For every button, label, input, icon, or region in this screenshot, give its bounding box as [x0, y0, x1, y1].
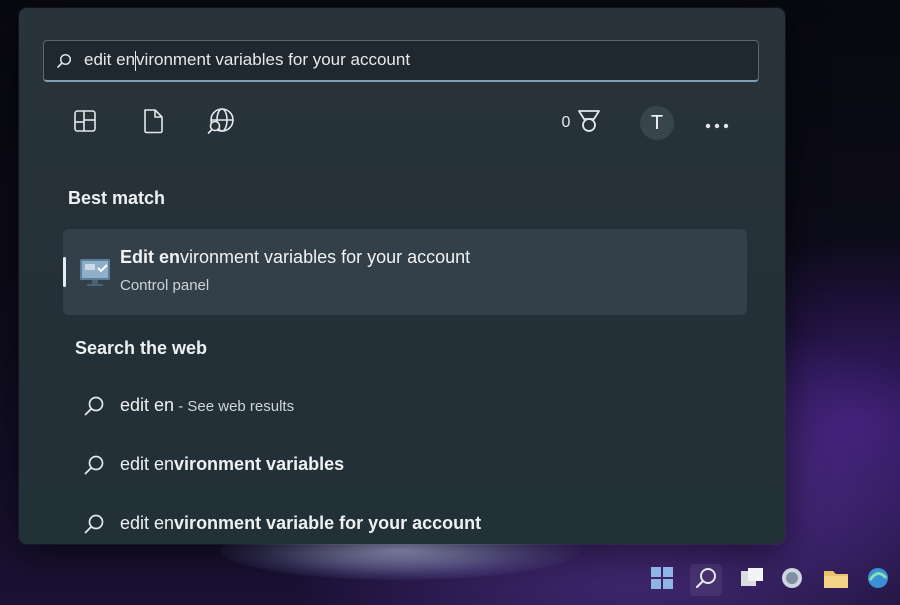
best-match-heading: Best match: [68, 188, 166, 208]
web-suggestion-item[interactable]: edit environment variable for your accou…: [19, 503, 785, 543]
globe-search-icon: [206, 107, 236, 139]
widgets-icon: [780, 566, 804, 594]
web-suggestion-text: edit environment variables: [120, 453, 345, 474]
search-web-heading: Search the web: [75, 338, 208, 358]
web-filter-button[interactable]: [201, 100, 241, 146]
document-icon: [141, 108, 165, 138]
windows-logo-icon: [650, 566, 674, 594]
folder-icon: [823, 567, 849, 593]
browser-button[interactable]: [862, 564, 894, 596]
search-query-text: edit environment variables for your acco…: [84, 50, 411, 71]
widgets-button[interactable]: [776, 564, 808, 596]
selection-indicator: [63, 257, 66, 287]
best-match-result[interactable]: Edit environment variables for your acco…: [63, 229, 747, 315]
control-panel-app-icon: [79, 255, 111, 293]
search-icon: [83, 395, 105, 421]
web-suggestion-item[interactable]: edit environment variables: [19, 444, 785, 484]
more-icon: [705, 114, 729, 133]
start-button[interactable]: [646, 564, 678, 596]
web-suggestion-item[interactable]: edit en - See web results: [19, 385, 785, 425]
apps-icon: [73, 109, 97, 137]
best-match-title: Edit environment variables for your acco…: [120, 247, 471, 267]
search-icon: [44, 53, 84, 69]
more-options-button[interactable]: [697, 100, 737, 146]
start-search-panel: edit environment variables for your acco…: [19, 8, 785, 544]
taskbar: [0, 556, 900, 605]
best-match-subtitle: Control panel: [120, 277, 210, 294]
rewards-button[interactable]: 0: [557, 100, 607, 146]
documents-filter-button[interactable]: [133, 100, 173, 146]
search-icon: [83, 513, 105, 539]
task-view-icon: [740, 567, 764, 593]
taskbar-search-button[interactable]: [690, 564, 722, 596]
search-icon: [83, 454, 105, 480]
avatar: T: [640, 106, 674, 140]
file-explorer-button[interactable]: [820, 564, 852, 596]
rewards-medal-icon: [576, 108, 602, 138]
account-button[interactable]: T: [637, 100, 677, 146]
web-suggestion-text: edit environment variable for your accou…: [120, 512, 482, 533]
apps-filter-button[interactable]: [65, 100, 105, 146]
browser-icon: [866, 566, 890, 594]
web-suggestion-text: edit en - See web results: [120, 394, 295, 415]
task-view-button[interactable]: [736, 564, 768, 596]
search-filter-toolbar: 0 T: [19, 100, 785, 146]
rewards-points: 0: [561, 114, 571, 131]
search-input[interactable]: edit environment variables for your acco…: [43, 40, 759, 82]
search-icon: [694, 566, 718, 594]
